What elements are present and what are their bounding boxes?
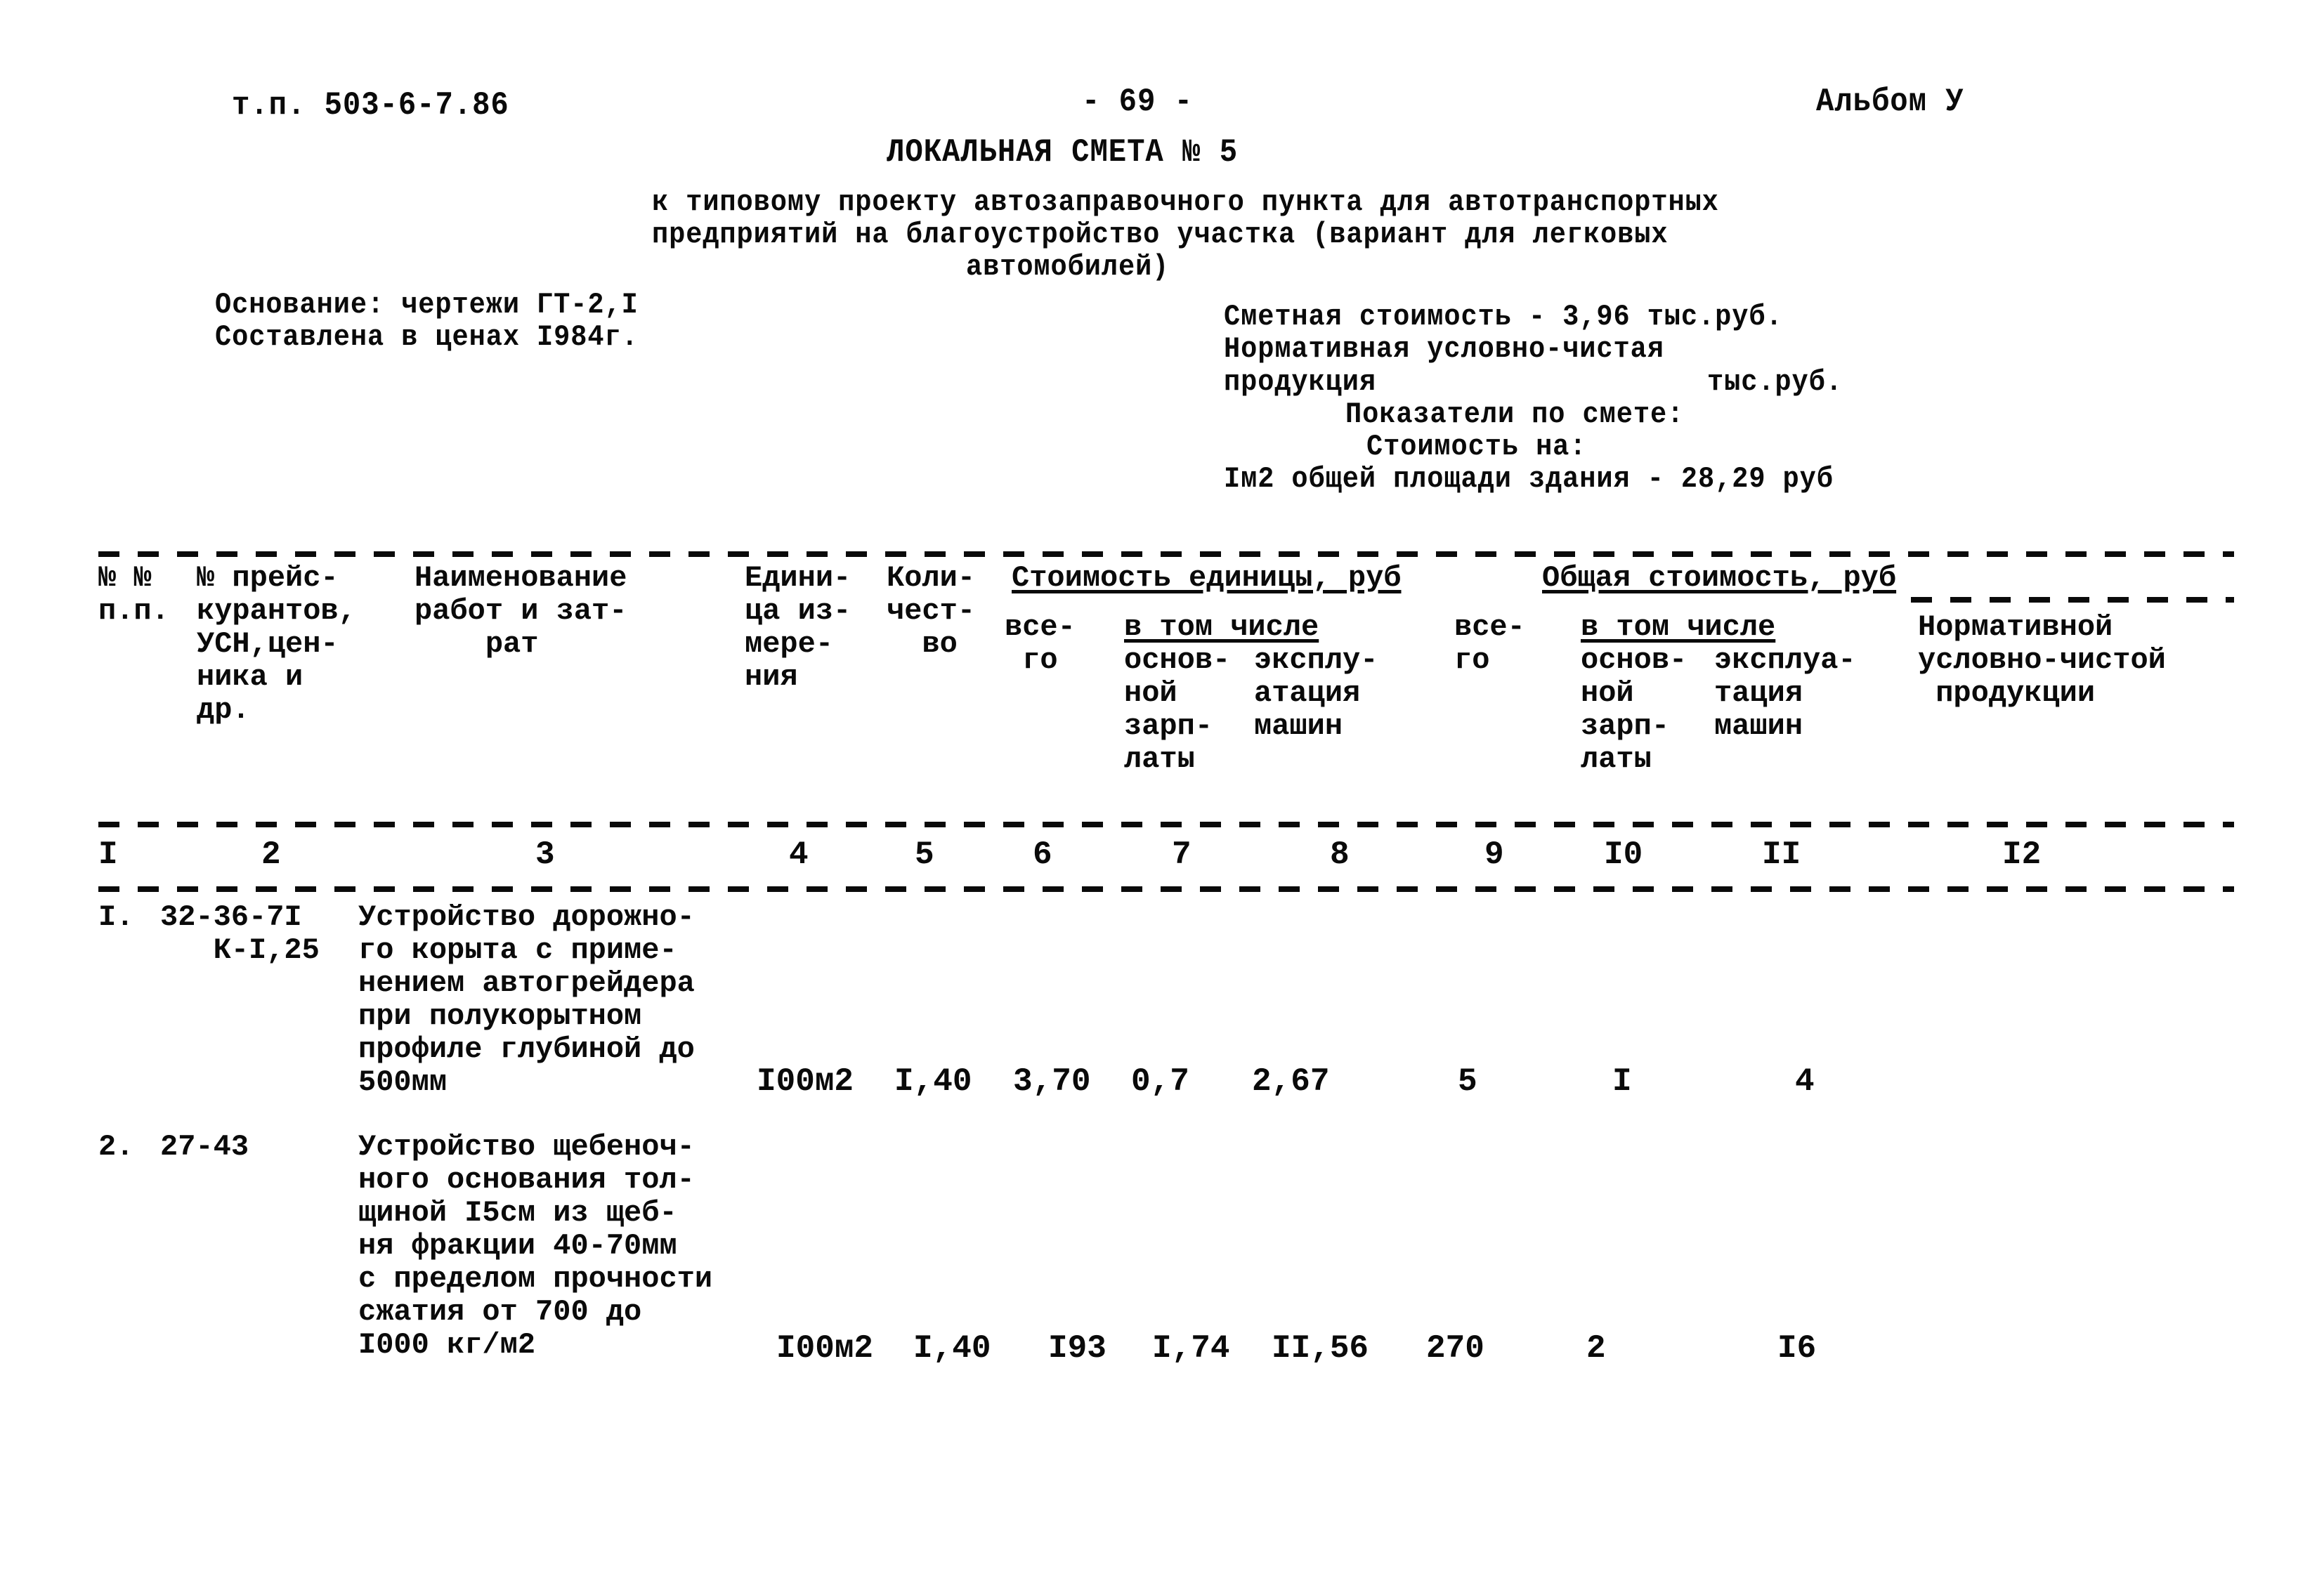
row-total: 270 — [1426, 1330, 1484, 1367]
header-price-ref: № прейс- курантов, УСН,цен- ника и др. — [197, 561, 356, 727]
row-quantity: I,40 — [913, 1330, 991, 1367]
header-total-wages: основ- ной зарп- латы — [1581, 643, 1687, 776]
subtitle-line-2: предприятий на благоустройство участка (… — [652, 218, 1669, 251]
row-unit-machines: II,56 — [1272, 1330, 1369, 1367]
row-description: Устройство дорожно- го корыта с приме- н… — [358, 900, 695, 1099]
row-price-ref: 27-43 — [160, 1130, 249, 1164]
header-total-machines: эксплуа- тация машин — [1714, 643, 1856, 743]
row-unit-total: 3,70 — [1013, 1063, 1091, 1100]
column-number-11: II — [1762, 836, 1801, 873]
column-numbers-rule — [98, 886, 2234, 892]
row-number: I. — [98, 900, 134, 934]
row-unit-total: I93 — [1048, 1330, 1106, 1367]
normative-product-unit: тыс.руб. — [1707, 365, 1843, 399]
page-number: - 69 - — [1082, 84, 1193, 120]
table-top-rule — [98, 551, 2234, 557]
column-number-8: 8 — [1330, 836, 1350, 873]
column-number-2: 2 — [261, 836, 281, 873]
header-group-rule — [1911, 597, 2234, 603]
header-bottom-rule — [98, 822, 2234, 827]
column-number-3: 3 — [535, 836, 555, 873]
row-unit: I00м2 — [776, 1330, 874, 1367]
project-code: т.п. 503-6-7.86 — [232, 87, 509, 124]
column-number-7: 7 — [1172, 836, 1192, 873]
header-total: все- го — [1454, 610, 1525, 677]
cost-per-m2: Iм2 общей площади здания - 28,29 руб — [1224, 462, 1834, 496]
header-quantity: Коли- чест- во — [887, 561, 976, 661]
header-total-including: в том числе — [1581, 610, 1776, 644]
column-number-5: 5 — [915, 836, 934, 873]
header-normative-product: Нормативной условно-чистой продукции — [1918, 610, 2166, 710]
cost-on-heading: Стоимость на: — [1366, 430, 1587, 464]
basis-drawings: Основание: чертежи ГТ-2,I — [215, 288, 639, 322]
row-unit-machines: 2,67 — [1252, 1063, 1330, 1100]
normative-product-label: продукция — [1224, 365, 1376, 399]
basis-prices-year: Составлена в ценах I984г. — [215, 320, 639, 354]
row-price-ref: 32-36-7I К-I,25 — [160, 900, 320, 967]
album-label: Альбом У — [1816, 84, 1964, 120]
indicators-heading: Показатели по смете: — [1345, 398, 1685, 431]
header-unit-machines: эксплу- атация машин — [1254, 643, 1378, 743]
document-title: ЛОКАЛЬНАЯ СМЕТА № 5 — [887, 134, 1239, 171]
column-number-10: I0 — [1604, 836, 1643, 873]
column-number-1: I — [98, 836, 118, 873]
header-row-number: № № п.п. — [98, 561, 169, 628]
row-number: 2. — [98, 1130, 134, 1164]
header-work-name: Наименование работ и зат- рат — [414, 561, 627, 661]
row-quantity: I,40 — [894, 1063, 972, 1100]
header-unit-wages: основ- ной зарп- латы — [1124, 643, 1231, 776]
header-unit-including: в том числе — [1124, 610, 1319, 644]
row-unit-wages: 0,7 — [1131, 1063, 1189, 1100]
column-number-12: I2 — [2002, 836, 2042, 873]
subtitle-line-3: автомобилей) — [966, 250, 1170, 284]
row-unit-wages: I,74 — [1152, 1330, 1230, 1367]
estimated-cost: Сметная стоимость - 3,96 тыс.руб. — [1224, 300, 1783, 334]
row-total-machines: 4 — [1795, 1063, 1815, 1100]
header-unit-cost-group: Стоимость единицы, руб — [1012, 561, 1402, 595]
row-unit: I00м2 — [757, 1063, 854, 1100]
column-number-4: 4 — [789, 836, 809, 873]
row-total-machines: I6 — [1777, 1330, 1817, 1367]
column-number-6: 6 — [1033, 836, 1052, 873]
header-unit: Едини- ца из- мере- ния — [745, 561, 851, 694]
header-unit-total: все- го — [1005, 610, 1076, 677]
row-description: Устройство щебеноч- ного основания тол- … — [358, 1130, 713, 1362]
subtitle-line-1: к типовому проекту автозаправочного пунк… — [652, 185, 1719, 219]
column-number-9: 9 — [1484, 836, 1504, 873]
header-total-cost-group: Общая стоимость, руб — [1542, 561, 1897, 595]
row-total-wages: I — [1612, 1063, 1632, 1100]
row-total: 5 — [1458, 1063, 1477, 1100]
normative-label: Нормативная условно-чистая — [1224, 332, 1664, 366]
row-total-wages: 2 — [1586, 1330, 1606, 1367]
